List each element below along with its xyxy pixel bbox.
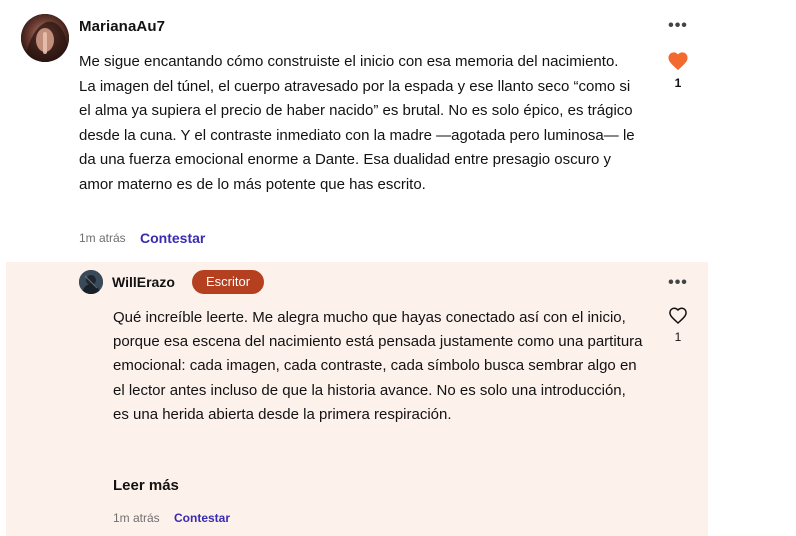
writer-badge: Escritor [192, 270, 265, 294]
comments-thread: MarianaAu7 ••• Me sigue encantando cómo … [0, 0, 796, 536]
avatar-photo-icon [21, 14, 69, 62]
avatar[interactable] [21, 14, 69, 62]
author-reply: WillErazo Escritor ••• Qué increíble lee… [6, 262, 708, 536]
heart-outline-icon [669, 307, 687, 325]
like-button[interactable] [668, 306, 688, 325]
username[interactable]: WillErazo [112, 274, 175, 290]
username[interactable]: MarianaAu7 [79, 18, 165, 35]
like-count: 1 [674, 330, 682, 344]
more-options-icon[interactable]: ••• [666, 274, 690, 294]
comment-text: Qué increíble leerte. Me alegra mucho qu… [113, 309, 643, 423]
avatar-photo-icon [79, 270, 103, 294]
reply-button[interactable]: Contestar [174, 511, 230, 525]
comment-text: Me sigue encantando cómo construiste el … [79, 53, 635, 193]
like-count: 1 [674, 76, 682, 90]
avatar[interactable] [79, 270, 103, 294]
comment: MarianaAu7 ••• Me sigue encantando cómo … [0, 0, 796, 262]
reply-button[interactable]: Contestar [140, 230, 205, 246]
like-button[interactable] [667, 51, 689, 71]
read-more-button[interactable]: Leer más [113, 477, 179, 494]
heart-filled-icon [668, 52, 688, 71]
more-options-icon[interactable]: ••• [666, 17, 690, 37]
timestamp: 1m atrás [79, 231, 126, 245]
timestamp: 1m atrás [113, 511, 160, 525]
